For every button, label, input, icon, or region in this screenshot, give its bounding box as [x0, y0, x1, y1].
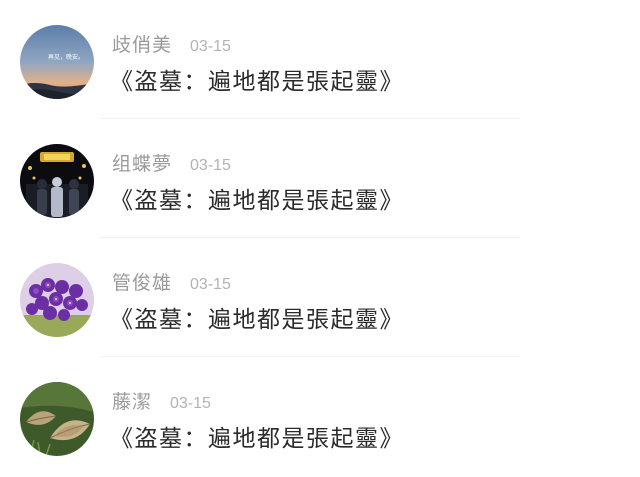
comment-text: 《盗墓：遍地都是張起靈》	[110, 69, 404, 95]
comment-date: 03-15	[190, 157, 231, 174]
avatar[interactable]: 再见，晚安。	[20, 25, 94, 99]
comment-item: 组蝶夢 03-15 《盗墓：遍地都是張起靈》	[0, 119, 640, 238]
purple-flowers-avatar-icon	[20, 263, 94, 337]
comment-text: 《盗墓：遍地都是張起靈》	[110, 426, 404, 452]
username[interactable]: 歧俏美	[112, 30, 172, 57]
avatar[interactable]	[20, 382, 94, 456]
comment-meta: 歧俏美 03-15	[112, 30, 231, 58]
comment-date: 03-15	[190, 38, 231, 55]
username[interactable]: 管俊雄	[112, 268, 172, 295]
comment-meta: 管俊雄 03-15	[112, 268, 231, 296]
comment-meta: 组蝶夢 03-15	[112, 149, 231, 177]
username[interactable]: 组蝶夢	[112, 149, 172, 176]
comment-list: 再见，晚安。 歧俏美 03-15 《盗墓：遍地都是張起靈》 组蝶夢 03-15 …	[0, 0, 640, 477]
avatar[interactable]	[20, 144, 94, 218]
concert-stage-avatar-icon	[20, 144, 94, 218]
comment-item: 藤潔 03-15 《盗墓：遍地都是張起靈》	[0, 357, 640, 476]
comment-text: 《盗墓：遍地都是張起靈》	[110, 307, 404, 333]
comment-meta: 藤潔 03-15	[112, 387, 211, 415]
comment-date: 03-15	[170, 395, 211, 412]
comment-date: 03-15	[190, 276, 231, 293]
avatar-caption: 再见，晚安。	[48, 53, 84, 61]
comment-text: 《盗墓：遍地都是張起靈》	[110, 188, 404, 214]
comment-item: 管俊雄 03-15 《盗墓：遍地都是張起靈》	[0, 238, 640, 357]
leaves-avatar-icon	[20, 382, 94, 456]
avatar[interactable]	[20, 263, 94, 337]
sky-landscape-avatar-icon: 再见，晚安。	[20, 25, 94, 99]
comment-item: 再见，晚安。 歧俏美 03-15 《盗墓：遍地都是張起靈》	[0, 0, 640, 119]
username[interactable]: 藤潔	[112, 387, 152, 414]
